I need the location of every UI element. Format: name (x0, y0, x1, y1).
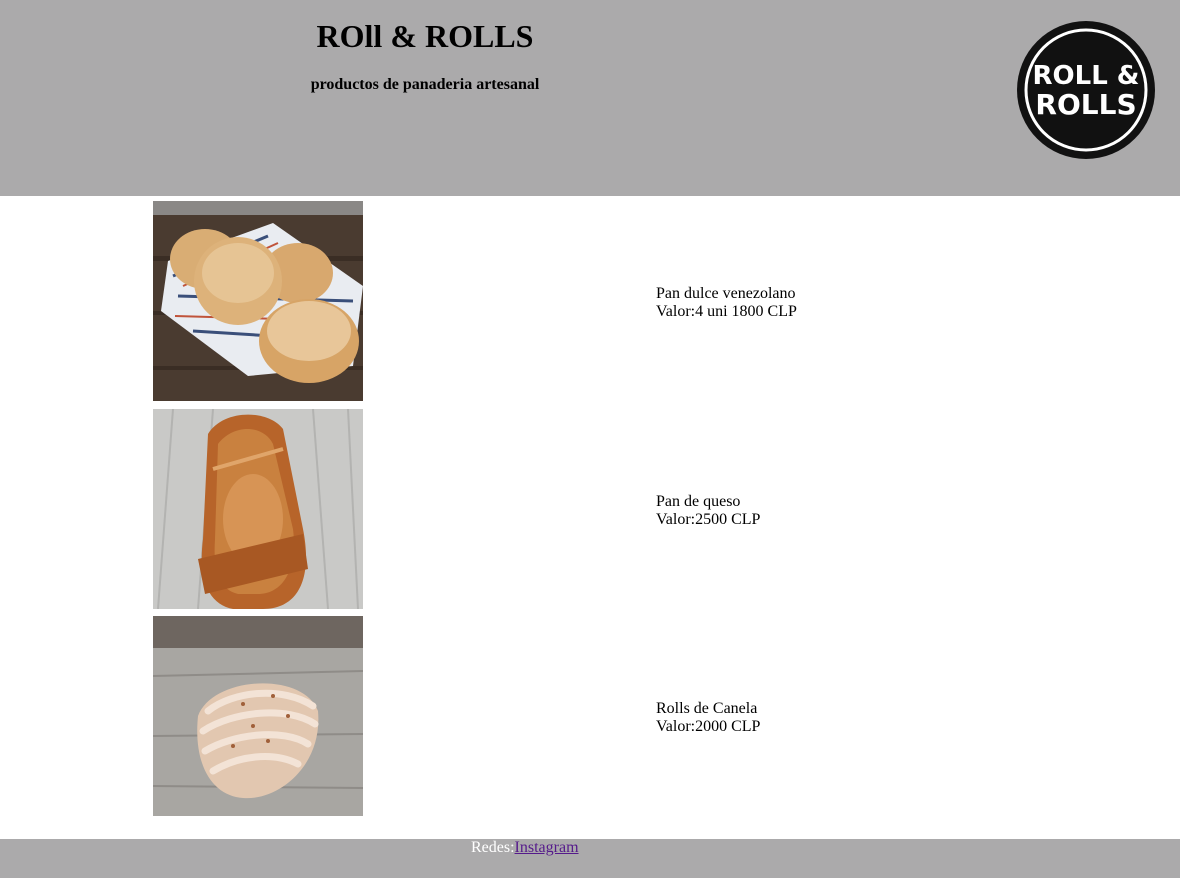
social-label: Redes: (471, 839, 515, 856)
product-name: Pan dulce venezolano (656, 285, 796, 302)
site-header: ROll & ROLLS productos de panaderia arte… (0, 0, 1180, 196)
site-subtitle: productos de panaderia artesanal (310, 76, 540, 93)
product-name: Rolls de Canela (656, 700, 758, 717)
product-price: Valor:2500 CLP (656, 511, 761, 528)
product-price: Valor:4 uni 1800 CLP (656, 303, 797, 320)
product-row: Rolls de Canela Valor:2000 CLP (0, 616, 1180, 816)
cheese-bread-photo (153, 409, 363, 609)
logo-line2: ROLLS (1035, 88, 1136, 121)
product-row: Pan de queso Valor:2500 CLP (0, 409, 1180, 609)
product-info: Pan de queso Valor:2500 CLP (656, 493, 760, 529)
logo-line1: ROLL & (1033, 61, 1140, 91)
product-name: Pan de queso (656, 493, 741, 510)
site-title: ROll & ROLLS (316, 18, 534, 54)
brand-logo: ROLL & ROLLS (1017, 21, 1155, 159)
cinnamon-roll-photo (153, 616, 363, 816)
product-row: Pan dulce venezolano Valor:4 uni 1800 CL… (0, 201, 1180, 401)
social-links: Redes:Instagram (471, 839, 579, 857)
site-footer: Redes:Instagram (0, 839, 1180, 878)
bread-rolls-photo (153, 201, 363, 401)
product-price: Valor:2000 CLP (656, 718, 761, 735)
instagram-link[interactable]: Instagram (515, 839, 579, 856)
product-info: Pan dulce venezolano Valor:4 uni 1800 CL… (656, 285, 797, 321)
product-info: Rolls de Canela Valor:2000 CLP (656, 700, 760, 736)
